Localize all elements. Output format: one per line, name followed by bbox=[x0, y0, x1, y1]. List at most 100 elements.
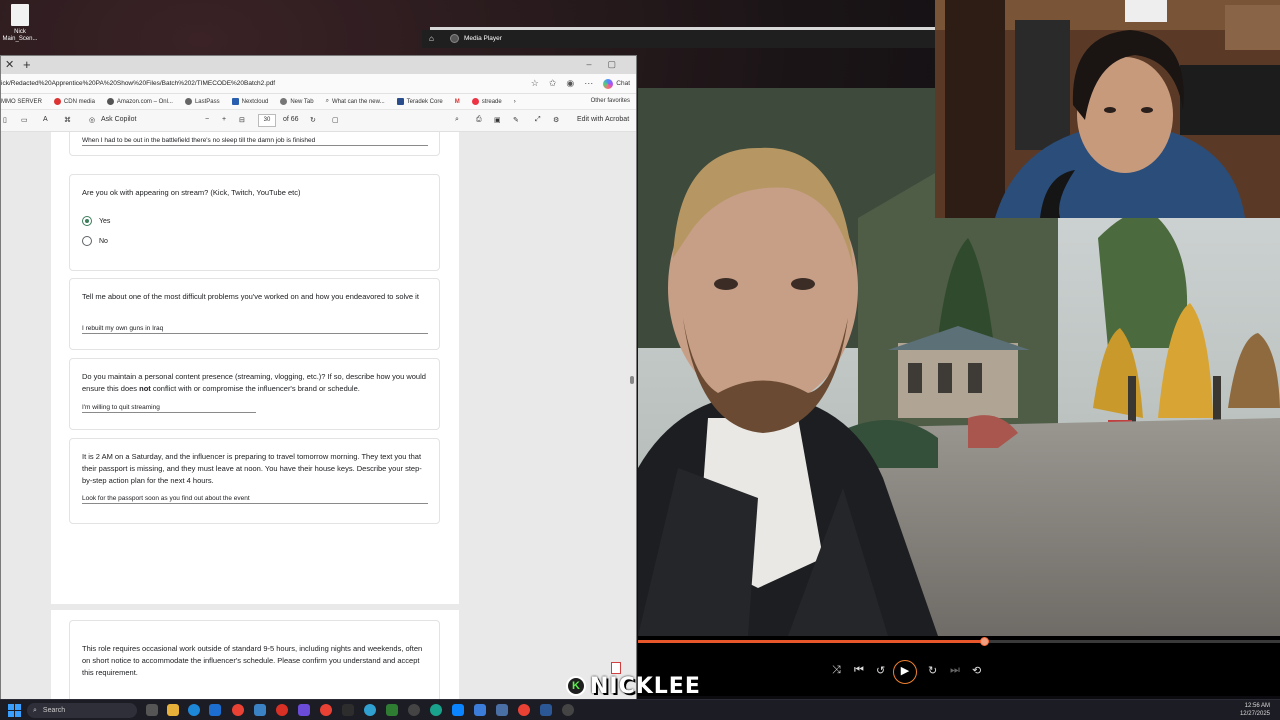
window-controls[interactable]: –▢ bbox=[586, 59, 632, 70]
radio-option-no[interactable]: No bbox=[82, 236, 108, 246]
streade-icon bbox=[471, 98, 479, 105]
question-card-passport: It is 2 AM on a Saturday, and the influe… bbox=[69, 438, 440, 524]
shuffle-icon[interactable]: ⤨ bbox=[832, 664, 841, 677]
favorite-star-icon[interactable]: ☆ bbox=[531, 78, 539, 89]
save-icon[interactable]: ▣ bbox=[494, 116, 501, 124]
search-icon[interactable]: ⌕ bbox=[455, 116, 459, 124]
chevron-right-icon[interactable]: › bbox=[514, 99, 516, 105]
store-icon[interactable] bbox=[209, 704, 221, 716]
fullscreen-icon[interactable]: ⤢ bbox=[535, 116, 541, 124]
next-icon[interactable]: ⏭ bbox=[950, 664, 960, 677]
favorite-item[interactable]: MMO SERVER bbox=[1, 99, 42, 105]
profile-icon[interactable]: ◉ bbox=[566, 78, 574, 89]
radio-option-yes[interactable]: Yes bbox=[82, 216, 110, 226]
sheets-icon[interactable] bbox=[386, 704, 398, 716]
task-view-icon[interactable] bbox=[146, 704, 158, 716]
scrollbar-thumb[interactable] bbox=[630, 376, 634, 384]
document-icon bbox=[11, 4, 29, 26]
favorite-item[interactable]: Teradek Core bbox=[396, 98, 443, 105]
other-favorites[interactable]: Other favorites bbox=[591, 98, 630, 104]
media-player-title: Media Player bbox=[464, 35, 502, 42]
play-button[interactable]: ▶ bbox=[893, 660, 917, 684]
contents-icon[interactable]: ▯ bbox=[3, 116, 7, 124]
taskbar-search-input[interactable]: ⌕ Search bbox=[27, 703, 137, 718]
rewind-icon[interactable]: ↺ bbox=[876, 664, 885, 677]
media-player-titlebar: ⌂ Media Player bbox=[422, 30, 935, 48]
progress-fill bbox=[638, 640, 985, 643]
repeat-icon[interactable]: ⟲ bbox=[972, 664, 981, 677]
favorite-item[interactable]: New Tab bbox=[280, 98, 314, 105]
address-bar[interactable]: ick/Redacted%20Apprentice%20PA%20Show%20… bbox=[1, 74, 636, 94]
fit-page-icon[interactable]: ⊟ bbox=[239, 116, 245, 124]
search-placeholder: Search bbox=[42, 707, 66, 714]
question-card-stream: Are you ok with appearing on stream? (Ki… bbox=[69, 174, 440, 271]
answer-text: I'm willing to quit streaming bbox=[82, 404, 256, 413]
discord-icon[interactable] bbox=[298, 704, 310, 716]
copilot-chat-button[interactable]: Chat bbox=[603, 78, 630, 89]
edit-with-acrobat-button[interactable]: Edit with Acrobat bbox=[577, 116, 629, 123]
read-aloud-icon[interactable]: ▭ bbox=[21, 116, 28, 124]
file-explorer-icon[interactable] bbox=[167, 704, 179, 716]
home-icon[interactable]: ⌂ bbox=[429, 34, 434, 43]
media-player-taskbar-icon[interactable] bbox=[562, 704, 574, 716]
browser-app-icon[interactable] bbox=[364, 704, 376, 716]
obs-icon[interactable] bbox=[342, 704, 354, 716]
text-size-icon[interactable]: A bbox=[43, 116, 48, 123]
forward-icon[interactable]: ↻ bbox=[928, 664, 937, 677]
immersive-icon[interactable]: ⌘ bbox=[64, 116, 71, 124]
chrome-profile-2-icon[interactable] bbox=[320, 704, 332, 716]
app-icon-3[interactable] bbox=[474, 704, 486, 716]
search-icon: ⌕ bbox=[33, 706, 37, 714]
question-text: Are you ok with appearing on stream? (Ki… bbox=[82, 188, 301, 197]
ask-copilot-button[interactable]: Ask Copilot bbox=[101, 116, 136, 123]
favorite-item[interactable]: CDN media bbox=[53, 98, 95, 105]
gear-icon[interactable]: ⚙ bbox=[553, 116, 559, 124]
radio-checked-icon bbox=[82, 216, 92, 226]
draw-icon[interactable]: ✎ bbox=[513, 116, 519, 124]
rotate-icon[interactable]: ↻ bbox=[310, 116, 316, 124]
chrome-profile-icon[interactable] bbox=[276, 704, 288, 716]
url-text[interactable]: ick/Redacted%20Apprentice%20PA%20Show%20… bbox=[1, 80, 275, 87]
page-total: of 66 bbox=[283, 116, 299, 123]
media-player-app-icon bbox=[450, 34, 459, 43]
question-card-presence: Do you maintain a personal content prese… bbox=[69, 358, 440, 430]
question-card-problems: Tell me about one of the most difficult … bbox=[69, 278, 440, 350]
windows-start-icon[interactable] bbox=[8, 704, 21, 717]
favorite-item[interactable]: LastPass bbox=[184, 98, 220, 105]
app-icon-4[interactable] bbox=[496, 704, 508, 716]
radio-unchecked-icon bbox=[82, 236, 92, 246]
obs-studio-icon[interactable] bbox=[408, 704, 420, 716]
streamer-name: NICKLEE bbox=[590, 673, 701, 699]
question-text: It is 2 AM on a Saturday, and the influe… bbox=[82, 452, 422, 485]
page-number-input[interactable]: 30 bbox=[258, 114, 276, 127]
chrome-icon[interactable] bbox=[232, 704, 244, 716]
favorite-item[interactable]: ⌕ What can the new... bbox=[326, 98, 385, 105]
edge-icon[interactable] bbox=[188, 704, 200, 716]
close-tab-icon[interactable]: ✕ bbox=[5, 58, 14, 71]
desktop-file-icon[interactable]: Nick Main_Scen... bbox=[2, 4, 38, 43]
progress-handle[interactable] bbox=[979, 637, 989, 646]
favorite-item[interactable]: M bbox=[455, 99, 460, 105]
print-icon[interactable]: ⎙ bbox=[476, 116, 482, 124]
taskbar: ⌕ Search 12:56 AM 12/27/2025 bbox=[0, 699, 1280, 720]
previous-icon[interactable]: ⏮ bbox=[854, 664, 864, 677]
chrome-profile-3-icon[interactable] bbox=[518, 704, 530, 716]
chatgpt-icon[interactable] bbox=[430, 704, 442, 716]
favorite-item[interactable]: streade bbox=[471, 98, 502, 105]
favorite-item[interactable]: Amazon.com – Onl... bbox=[106, 98, 173, 105]
word-icon[interactable] bbox=[540, 704, 552, 716]
streamer-tag: K NICKLEE bbox=[566, 673, 701, 699]
page-view-icon[interactable]: ▢ bbox=[332, 116, 339, 124]
new-tab-icon[interactable]: + bbox=[23, 57, 31, 72]
zoom-out-icon[interactable]: − bbox=[205, 116, 209, 123]
zoom-in-icon[interactable]: + bbox=[222, 116, 226, 123]
app-icon-2[interactable] bbox=[452, 704, 464, 716]
favorite-item[interactable]: Nextcloud bbox=[231, 98, 268, 105]
copilot-logo-icon bbox=[603, 78, 614, 89]
collections-icon[interactable]: ✩ bbox=[549, 78, 557, 89]
system-clock[interactable]: 12:56 AM 12/27/2025 bbox=[1240, 702, 1270, 718]
pdf-viewer[interactable]: When I had to be out in the battlefield … bbox=[1, 132, 636, 699]
more-icon[interactable]: ⋯ bbox=[584, 78, 593, 89]
copilot-icon[interactable]: ◎ bbox=[89, 116, 95, 124]
app-icon[interactable] bbox=[254, 704, 266, 716]
